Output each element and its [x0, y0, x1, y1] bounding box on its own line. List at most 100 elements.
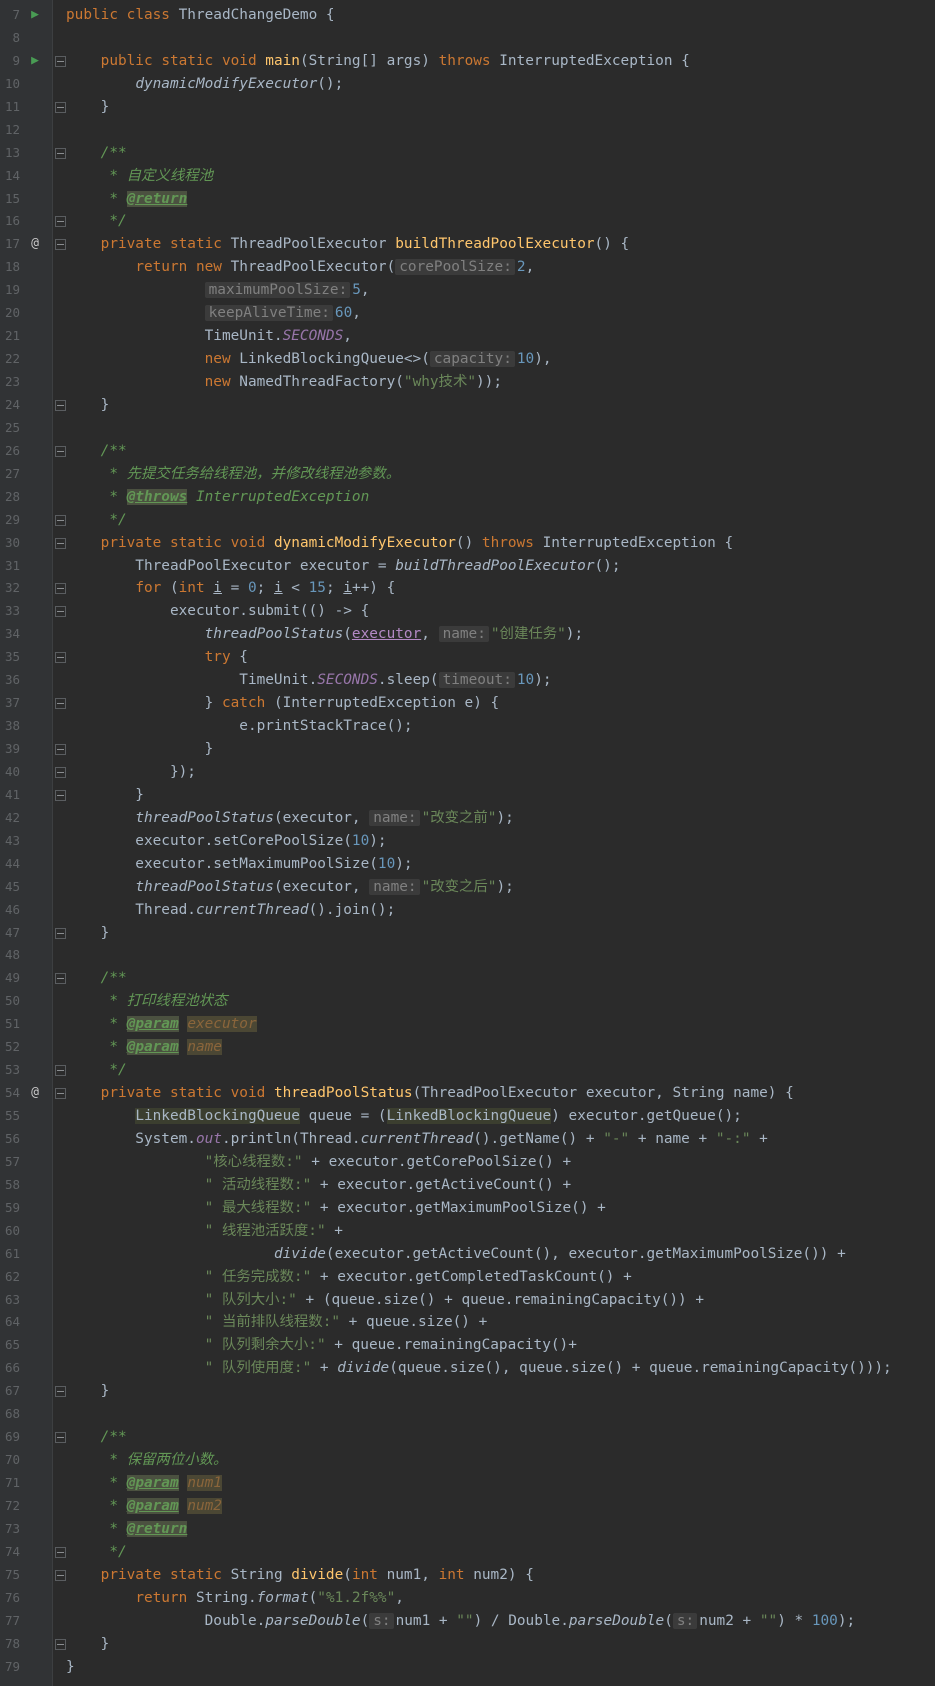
- code-line[interactable]: 36 TimeUnit.SECONDS.sleep(timeout: 10);: [0, 669, 935, 692]
- code-line[interactable]: 31 ThreadPoolExecutor executor = buildTh…: [0, 555, 935, 578]
- fold-toggle-icon[interactable]: [55, 101, 66, 113]
- code-line[interactable]: 14 * 自定义线程池: [0, 165, 935, 188]
- code-line[interactable]: 18 return new ThreadPoolExecutor(corePoo…: [0, 256, 935, 279]
- code-line[interactable]: 68: [0, 1403, 935, 1426]
- code-line[interactable]: 20 keepAliveTime: 60,: [0, 302, 935, 325]
- code-line[interactable]: 17 @ private static ThreadPoolExecutor bu…: [0, 233, 935, 256]
- code-line[interactable]: 12: [0, 119, 935, 142]
- code-line[interactable]: 26 /**: [0, 440, 935, 463]
- code-line[interactable]: 51 * @param executor: [0, 1013, 935, 1036]
- code-line[interactable]: 30 private static void dynamicModifyExec…: [0, 532, 935, 555]
- code-line[interactable]: 27 * 先提交任务给线程池，并修改线程池参数。: [0, 463, 935, 486]
- code-line[interactable]: 22 new LinkedBlockingQueue<>(capacity: 10…: [0, 348, 935, 371]
- code-line[interactable]: 62 " 任务完成数:" + executor.getCompletedTask…: [0, 1266, 935, 1289]
- code-line[interactable]: 24 }: [0, 394, 935, 417]
- code-line[interactable]: 37 } catch (InterruptedException e) {: [0, 692, 935, 715]
- fold-toggle-icon[interactable]: [55, 652, 66, 664]
- fold-toggle-icon[interactable]: [55, 537, 66, 549]
- fold-toggle-icon[interactable]: [55, 606, 66, 618]
- code-line[interactable]: 58 " 活动线程数:" + executor.getActiveCount()…: [0, 1174, 935, 1197]
- fold-toggle-icon[interactable]: [55, 789, 66, 801]
- code-line[interactable]: 71 * @param num1: [0, 1472, 935, 1495]
- code-line[interactable]: 53 */: [0, 1059, 935, 1082]
- fold-toggle-icon[interactable]: [55, 698, 66, 710]
- code-line[interactable]: 76 return String.format("%1.2f%%",: [0, 1587, 935, 1610]
- fold-toggle-icon[interactable]: [55, 1065, 66, 1077]
- code-line[interactable]: 41 }: [0, 784, 935, 807]
- fold-toggle-icon[interactable]: [55, 147, 66, 159]
- fold-toggle-icon[interactable]: [55, 399, 66, 411]
- fold-toggle-icon[interactable]: [55, 1386, 66, 1398]
- override-icon[interactable]: @: [28, 1082, 42, 1105]
- code-line[interactable]: 45 threadPoolStatus(executor, name: "改变之后…: [0, 876, 935, 899]
- fold-toggle-icon[interactable]: [55, 583, 66, 595]
- code-line[interactable]: 63 " 队列大小:" + (queue.size() + queue.rema…: [0, 1289, 935, 1312]
- override-icon[interactable]: @: [28, 233, 42, 256]
- code-line[interactable]: 49 /**: [0, 967, 935, 990]
- code-line[interactable]: 35 try {: [0, 646, 935, 669]
- code-line[interactable]: 19 maximumPoolSize: 5,: [0, 279, 935, 302]
- code-line[interactable]: 65 " 队列剩余大小:" + queue.remainingCapacity(…: [0, 1334, 935, 1357]
- code-line[interactable]: 74 */: [0, 1541, 935, 1564]
- code-line[interactable]: 46 Thread.currentThread().join();: [0, 899, 935, 922]
- code-line[interactable]: 28 * @throws InterruptedException: [0, 486, 935, 509]
- code-line[interactable]: 40 });: [0, 761, 935, 784]
- code-line[interactable]: 38 e.printStackTrace();: [0, 715, 935, 738]
- code-line[interactable]: 47 }: [0, 922, 935, 945]
- fold-toggle-icon[interactable]: [55, 1569, 66, 1581]
- code-line[interactable]: 70 * 保留两位小数。: [0, 1449, 935, 1472]
- code-line[interactable]: 13 /**: [0, 142, 935, 165]
- code-line[interactable]: 34 threadPoolStatus(executor, name: "创建任务…: [0, 623, 935, 646]
- code-line[interactable]: 78 }: [0, 1633, 935, 1656]
- code-line[interactable]: 64 " 当前排队线程数:" + queue.size() +: [0, 1311, 935, 1334]
- code-area[interactable]: 7 ▶ public class ThreadChangeDemo {8 9 ▶ pub…: [0, 4, 935, 1678]
- code-line[interactable]: 43 executor.setCorePoolSize(10);: [0, 830, 935, 853]
- code-line[interactable]: 16 */: [0, 210, 935, 233]
- fold-toggle-icon[interactable]: [55, 766, 66, 778]
- fold-toggle-icon[interactable]: [55, 1432, 66, 1444]
- code-line[interactable]: 44 executor.setMaximumPoolSize(10);: [0, 853, 935, 876]
- fold-toggle-icon[interactable]: [55, 1638, 66, 1650]
- code-line[interactable]: 33 executor.submit(() -> {: [0, 600, 935, 623]
- code-line[interactable]: 79}: [0, 1656, 935, 1679]
- code-line[interactable]: 77 Double.parseDouble(s: num1 + "") / Dou…: [0, 1610, 935, 1633]
- code-line[interactable]: 11 }: [0, 96, 935, 119]
- code-line[interactable]: 66 " 队列使用度:" + divide(queue.size(), queu…: [0, 1357, 935, 1380]
- code-line[interactable]: 42 threadPoolStatus(executor, name: "改变之前…: [0, 807, 935, 830]
- fold-toggle-icon[interactable]: [55, 927, 66, 939]
- code-line[interactable]: 9 ▶ public static void main(String[] args…: [0, 50, 935, 73]
- code-line[interactable]: 56 System.out.println(Thread.currentThre…: [0, 1128, 935, 1151]
- code-line[interactable]: 21 TimeUnit.SECONDS,: [0, 325, 935, 348]
- code-line[interactable]: 54 @ private static void threadPoolStatus…: [0, 1082, 935, 1105]
- code-line[interactable]: 8: [0, 27, 935, 50]
- code-line[interactable]: 57 "核心线程数:" + executor.getCorePoolSize()…: [0, 1151, 935, 1174]
- code-line[interactable]: 50 * 打印线程池状态: [0, 990, 935, 1013]
- code-line[interactable]: 72 * @param num2: [0, 1495, 935, 1518]
- code-line[interactable]: 55 LinkedBlockingQueue queue = (LinkedBl…: [0, 1105, 935, 1128]
- run-icon[interactable]: ▶: [28, 50, 42, 73]
- code-line[interactable]: 7 ▶ public class ThreadChangeDemo {: [0, 4, 935, 27]
- code-line[interactable]: 61 divide(executor.getActiveCount(), exe…: [0, 1243, 935, 1266]
- code-line[interactable]: 23 new NamedThreadFactory("why技术"));: [0, 371, 935, 394]
- fold-toggle-icon[interactable]: [55, 445, 66, 457]
- code-line[interactable]: 73 * @return: [0, 1518, 935, 1541]
- code-line[interactable]: 67 }: [0, 1380, 935, 1403]
- code-editor[interactable]: 7 ▶ public class ThreadChangeDemo {8 9 ▶ pub…: [0, 0, 935, 1686]
- run-icon[interactable]: ▶: [28, 4, 42, 27]
- fold-toggle-icon[interactable]: [55, 216, 66, 228]
- code-line[interactable]: 10 dynamicModifyExecutor();: [0, 73, 935, 96]
- code-line[interactable]: 69 /**: [0, 1426, 935, 1449]
- fold-toggle-icon[interactable]: [55, 1088, 66, 1100]
- fold-toggle-icon[interactable]: [55, 973, 66, 985]
- code-line[interactable]: 75 private static String divide(int num1…: [0, 1564, 935, 1587]
- code-line[interactable]: 29 */: [0, 509, 935, 532]
- fold-toggle-icon[interactable]: [55, 744, 66, 755]
- code-line[interactable]: 60 " 线程池活跃度:" +: [0, 1220, 935, 1243]
- code-line[interactable]: 39 }: [0, 738, 935, 761]
- code-line[interactable]: 48: [0, 944, 935, 967]
- fold-toggle-icon[interactable]: [55, 514, 66, 526]
- fold-toggle-icon[interactable]: [55, 1546, 66, 1558]
- code-line[interactable]: 25: [0, 417, 935, 440]
- fold-toggle-icon[interactable]: [55, 55, 66, 67]
- code-line[interactable]: 59 " 最大线程数:" + executor.getMaximumPoolSi…: [0, 1197, 935, 1220]
